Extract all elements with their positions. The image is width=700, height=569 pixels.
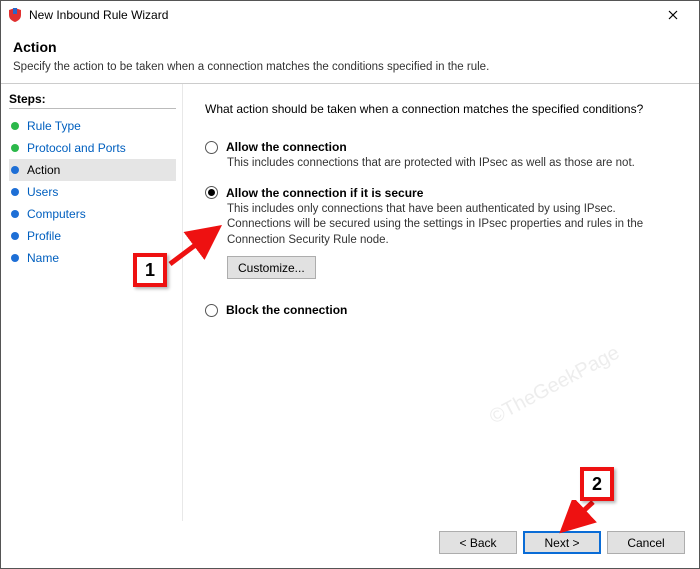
step-rule-type[interactable]: Rule Type — [9, 115, 176, 137]
wizard-body: Steps: Rule Type Protocol and Ports Acti… — [1, 84, 699, 521]
bullet-icon — [11, 144, 19, 152]
back-button[interactable]: < Back — [439, 531, 517, 554]
step-computers[interactable]: Computers — [9, 203, 176, 225]
option-allow: Allow the connection This includes conne… — [205, 140, 677, 172]
option-label: Block the connection — [226, 303, 347, 317]
customize-button[interactable]: Customize... — [227, 256, 316, 279]
step-label: Computers — [27, 207, 86, 221]
step-label: Name — [27, 251, 59, 265]
option-label: Allow the connection — [226, 140, 347, 154]
option-label: Allow the connection if it is secure — [226, 186, 423, 200]
step-label: Profile — [27, 229, 61, 243]
titlebar: New Inbound Rule Wizard — [1, 1, 699, 29]
step-action[interactable]: Action — [9, 159, 176, 181]
main-panel: What action should be taken when a conne… — [183, 84, 699, 521]
bullet-icon — [11, 210, 19, 218]
bullet-icon — [11, 122, 19, 130]
radio-block[interactable] — [205, 304, 218, 317]
step-label: Protocol and Ports — [27, 141, 126, 155]
arrow-2-icon — [557, 500, 597, 536]
option-desc: This includes connections that are prote… — [227, 156, 667, 172]
steps-heading: Steps: — [9, 92, 176, 106]
steps-divider — [9, 108, 176, 109]
step-profile[interactable]: Profile — [9, 225, 176, 247]
option-block: Block the connection — [205, 303, 677, 317]
bullet-icon — [11, 166, 19, 174]
firewall-shield-icon — [7, 7, 23, 23]
step-label: Rule Type — [27, 119, 81, 133]
radio-allow[interactable] — [205, 141, 218, 154]
callout-2: 2 — [580, 467, 614, 501]
step-users[interactable]: Users — [9, 181, 176, 203]
bullet-icon — [11, 254, 19, 262]
step-label: Users — [27, 185, 58, 199]
step-label: Action — [27, 163, 60, 177]
callout-1: 1 — [133, 253, 167, 287]
action-prompt: What action should be taken when a conne… — [205, 102, 677, 116]
close-button[interactable] — [653, 3, 693, 27]
bullet-icon — [11, 188, 19, 196]
page-title: Action — [13, 39, 687, 55]
watermark: ©TheGeekPage — [486, 342, 624, 430]
radio-allow-secure[interactable] — [205, 186, 218, 199]
option-allow-secure: Allow the connection if it is secure Thi… — [205, 186, 677, 290]
page-subtitle: Specify the action to be taken when a co… — [13, 61, 687, 73]
arrow-1-icon — [168, 222, 228, 266]
window-title: New Inbound Rule Wizard — [29, 8, 653, 22]
step-protocol-and-ports[interactable]: Protocol and Ports — [9, 137, 176, 159]
cancel-button[interactable]: Cancel — [607, 531, 685, 554]
option-desc: This includes only connections that have… — [227, 202, 667, 249]
steps-sidebar: Steps: Rule Type Protocol and Ports Acti… — [1, 84, 183, 521]
wizard-header: Action Specify the action to be taken wh… — [1, 29, 699, 75]
bullet-icon — [11, 232, 19, 240]
